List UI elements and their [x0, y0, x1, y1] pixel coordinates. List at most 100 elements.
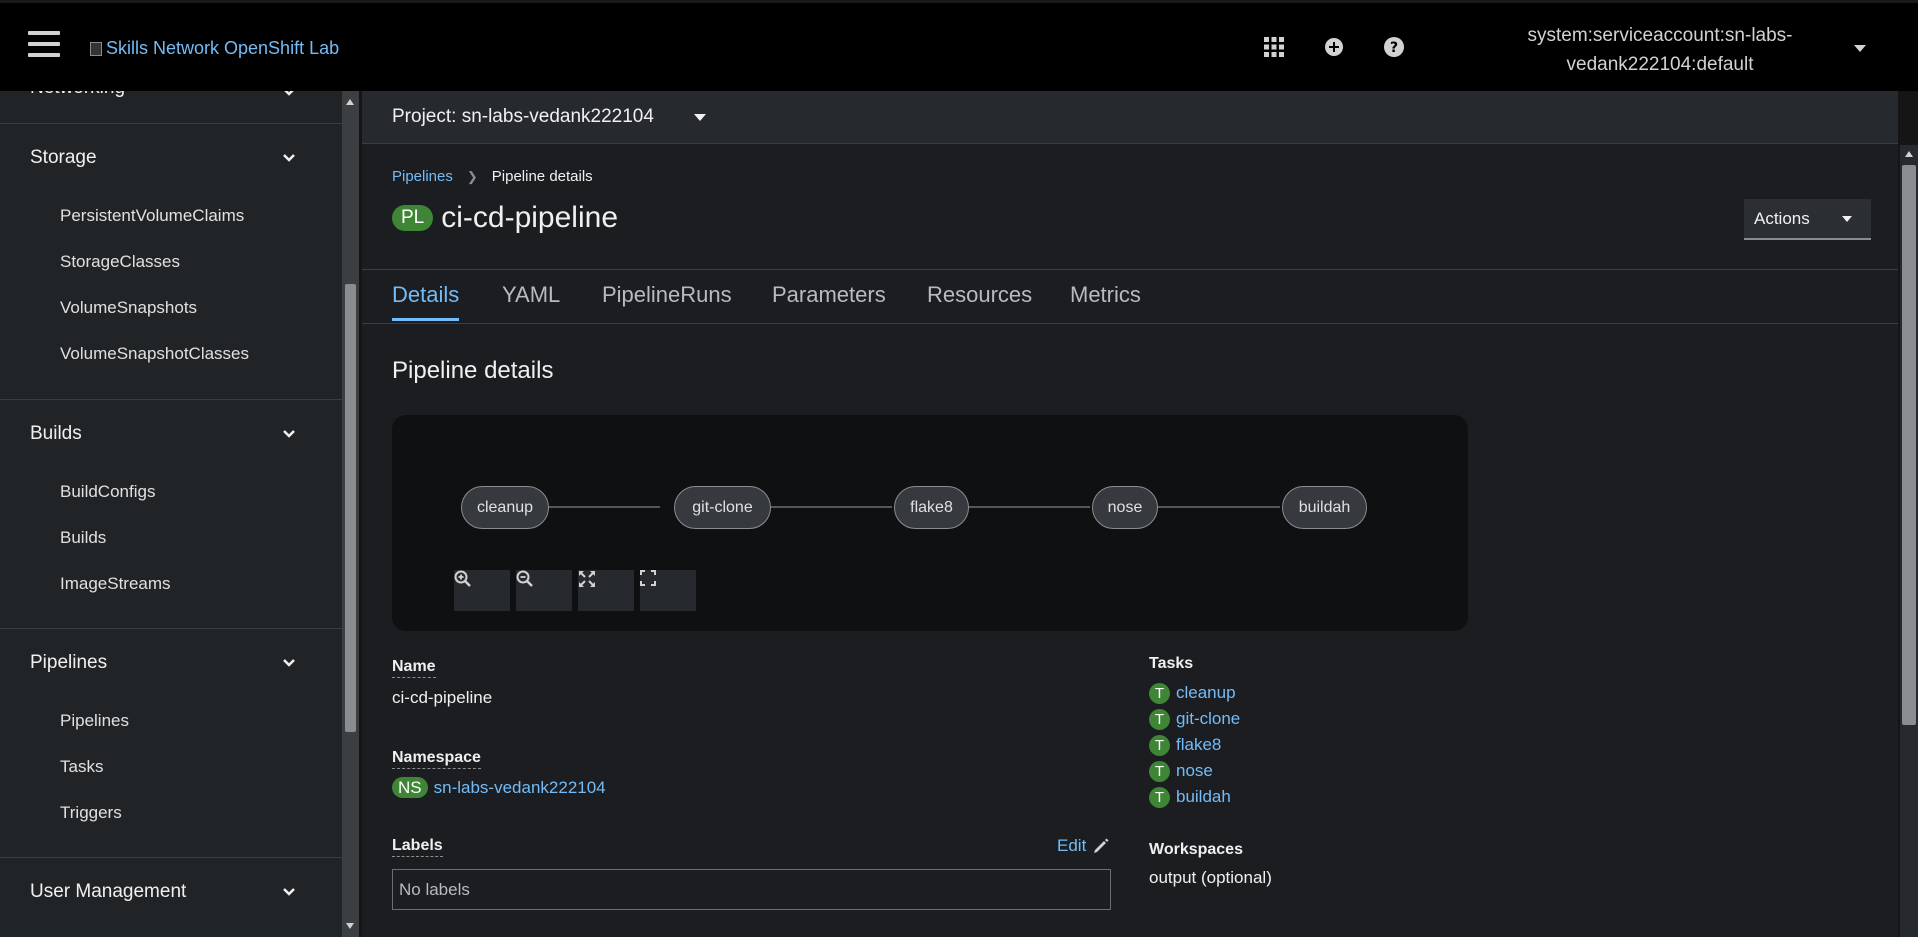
task-item-cleanup[interactable]: Tcleanup	[1149, 680, 1240, 706]
actions-dropdown[interactable]: Actions	[1744, 199, 1871, 240]
nav-header-networking[interactable]: Networking	[30, 91, 125, 99]
task-item-git-clone[interactable]: Tgit-clone	[1149, 706, 1240, 732]
labels-label: Labels	[392, 837, 443, 857]
apps-grid-icon[interactable]	[1262, 35, 1286, 59]
task-link[interactable]: git-clone	[1176, 709, 1240, 729]
task-item-buildah[interactable]: Tbuildah	[1149, 784, 1240, 810]
task-item-flake8[interactable]: Tflake8	[1149, 732, 1240, 758]
broken-image-icon	[90, 41, 102, 56]
breadcrumb: Pipelines ❯ Pipeline details	[392, 168, 593, 185]
project-selector[interactable]: Project: sn-labs-vedank222104	[392, 106, 654, 128]
pipeline-graph: cleanup git-clone flake8 nose buildah	[392, 415, 1468, 631]
nav-header-storage[interactable]: Storage	[30, 147, 97, 169]
workspaces-label: Workspaces	[1149, 841, 1243, 858]
caret-down-icon[interactable]	[694, 114, 706, 121]
sidebar-item-pipelines[interactable]: Pipelines	[60, 711, 129, 731]
sidebar-item-persistentvolumeclaims[interactable]: PersistentVolumeClaims	[60, 206, 244, 226]
breadcrumb-link-pipelines[interactable]: Pipelines	[392, 168, 453, 185]
sidebar-item-storageclasses[interactable]: StorageClasses	[60, 252, 180, 272]
nav-section-builds: Builds BuildConfigs Builds ImageStreams	[0, 400, 342, 629]
main-content: Project: sn-labs-vedank222104 Pipelines …	[362, 91, 1898, 937]
sidebar-item-triggers[interactable]: Triggers	[60, 803, 122, 823]
tab-details[interactable]: Details	[392, 282, 460, 321]
caret-down-icon	[1842, 216, 1852, 222]
nav-section-pipelines: Pipelines Pipelines Tasks Triggers	[0, 629, 342, 858]
task-badge: T	[1149, 760, 1170, 782]
sidebar-item-buildconfigs[interactable]: BuildConfigs	[60, 482, 155, 502]
main-scrollbar[interactable]	[1900, 145, 1918, 937]
pencil-icon	[1094, 838, 1109, 853]
pipeline-badge: PL	[392, 205, 434, 231]
task-badge: T	[1149, 786, 1170, 808]
caret-down-icon	[1854, 45, 1866, 52]
breadcrumb-current: Pipeline details	[491, 168, 593, 185]
task-link[interactable]: flake8	[1176, 735, 1221, 755]
graph-node-buildah[interactable]: buildah	[1282, 486, 1367, 529]
edit-labels-link[interactable]: Edit	[1057, 836, 1109, 856]
help-icon[interactable]: ?	[1382, 35, 1406, 59]
task-link[interactable]: buildah	[1176, 787, 1231, 807]
sidebar-item-volumesnapshots[interactable]: VolumeSnapshots	[60, 298, 197, 318]
task-list: Tcleanup Tgit-clone Tflake8 Tnose Tbuild…	[1149, 680, 1240, 810]
sidebar-nav: Networking Storage PersistentVolumeClaim…	[0, 91, 342, 937]
tab-metrics[interactable]: Metrics	[1070, 282, 1141, 318]
user-name-line2: vedank222104:default	[1566, 54, 1754, 75]
tab-yaml[interactable]: YAML	[502, 282, 560, 318]
nav-section-storage: Storage PersistentVolumeClaims StorageCl…	[0, 124, 342, 400]
main-scroll-thumb[interactable]	[1902, 165, 1916, 725]
nav-header-builds[interactable]: Builds	[30, 423, 82, 445]
sidebar-scrollbar[interactable]	[342, 91, 359, 937]
sidebar-scroll-thumb[interactable]	[345, 284, 356, 732]
project-bar: Project: sn-labs-vedank222104	[362, 91, 1898, 144]
chevron-down-icon[interactable]	[282, 656, 296, 670]
chevron-down-icon[interactable]	[282, 151, 296, 165]
zoom-out-icon[interactable]	[516, 570, 572, 611]
task-badge: T	[1149, 734, 1170, 756]
namespace-value-row: NS sn-labs-vedank222104	[392, 777, 606, 798]
chevron-down-icon[interactable]	[282, 427, 296, 441]
task-badge: T	[1149, 708, 1170, 730]
nav-section-networking: Networking	[0, 91, 342, 124]
user-name-line1: system:serviceaccount:sn-labs-	[1527, 25, 1793, 46]
labels-box[interactable]: No labels	[392, 869, 1111, 910]
sidebar-item-imagestreams[interactable]: ImageStreams	[60, 574, 171, 594]
scroll-up-arrow-icon[interactable]	[346, 99, 354, 105]
svg-text:?: ?	[1390, 40, 1398, 56]
masthead: Skills Network OpenShift Lab ? system:se…	[0, 0, 1918, 91]
task-link[interactable]: nose	[1176, 761, 1213, 781]
nav-header-user-management[interactable]: User Management	[30, 881, 186, 903]
nav-header-pipelines[interactable]: Pipelines	[30, 652, 107, 674]
scroll-down-arrow-icon[interactable]	[346, 923, 354, 929]
edit-label: Edit	[1057, 836, 1087, 855]
sidebar-item-builds[interactable]: Builds	[60, 528, 106, 548]
expand-icon[interactable]	[640, 570, 696, 611]
actions-label: Actions	[1754, 208, 1810, 228]
tab-resources[interactable]: Resources	[927, 282, 1032, 318]
brand-logo[interactable]: Skills Network OpenShift Lab	[90, 38, 339, 59]
user-menu-toggle[interactable]: system:serviceaccount:sn-labs- vedank222…	[1490, 21, 1890, 77]
fit-to-screen-icon[interactable]	[578, 570, 634, 611]
namespace-label: Namespace	[392, 749, 481, 769]
namespace-link[interactable]: sn-labs-vedank222104	[434, 778, 606, 797]
nav-section-user-management: User Management	[0, 858, 342, 937]
tab-pipelineruns[interactable]: PipelineRuns	[602, 282, 732, 318]
name-value: ci-cd-pipeline	[392, 688, 493, 707]
task-item-nose[interactable]: Tnose	[1149, 758, 1240, 784]
zoom-in-icon[interactable]	[454, 570, 510, 611]
plus-circle-icon[interactable]	[1322, 35, 1346, 59]
chevron-down-icon[interactable]	[282, 91, 296, 99]
graph-node-nose[interactable]: nose	[1092, 486, 1158, 529]
task-link[interactable]: cleanup	[1176, 683, 1236, 703]
chevron-down-icon[interactable]	[282, 885, 296, 899]
scroll-up-arrow-icon[interactable]	[1905, 151, 1913, 157]
graph-node-git-clone[interactable]: git-clone	[674, 486, 771, 529]
sidebar-item-volumesnapshotclasses[interactable]: VolumeSnapshotClasses	[60, 344, 249, 364]
graph-node-flake8[interactable]: flake8	[894, 486, 969, 529]
sidebar-item-tasks[interactable]: Tasks	[60, 757, 103, 777]
task-badge: T	[1149, 682, 1170, 704]
tasks-label: Tasks	[1149, 655, 1194, 672]
tab-parameters[interactable]: Parameters	[772, 282, 886, 318]
graph-node-cleanup[interactable]: cleanup	[461, 486, 549, 529]
hamburger-menu-icon[interactable]	[28, 31, 60, 61]
section-title: Pipeline details	[392, 357, 554, 384]
